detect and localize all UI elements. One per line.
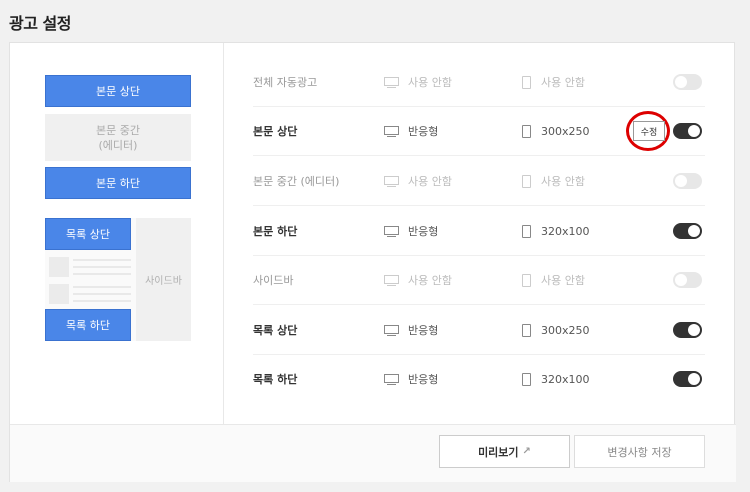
- phone-icon: [522, 58, 531, 106]
- ad-setting-label: 전체 자동광고: [253, 76, 318, 89]
- list-line: [73, 293, 131, 295]
- list-line: [73, 266, 131, 268]
- preview-sidebar: 사이드바: [136, 218, 191, 341]
- monitor-icon: [384, 207, 399, 255]
- ad-setting-row: 목록 상단 반응형 300x250: [253, 306, 705, 355]
- pc-ad-type: 반응형: [408, 324, 439, 337]
- mobile-ad-size: 사용 안함: [541, 274, 585, 287]
- preview-body-top: 본문 상단: [45, 75, 191, 107]
- monitor-icon: [384, 58, 399, 106]
- preview-list-top: 목록 상단: [45, 218, 131, 250]
- mobile-ad-size: 사용 안함: [541, 76, 585, 89]
- mobile-ad-size: 300x250: [541, 323, 590, 337]
- ad-setting-label: 목록 상단: [253, 324, 298, 337]
- external-link-icon: ↗: [522, 446, 531, 457]
- preview-body-mid: 본문 중간 (에디터): [45, 114, 191, 161]
- list-thumb: [49, 284, 69, 304]
- preview-button-label: 미리보기: [478, 445, 519, 459]
- monitor-icon: [384, 107, 399, 155]
- ad-setting-row: 본문 하단 반응형 320x100: [253, 207, 705, 256]
- ad-setting-label: 본문 중간 (에디터): [253, 175, 340, 188]
- list-line: [73, 273, 131, 275]
- list-thumb: [49, 257, 69, 277]
- monitor-icon: [384, 157, 399, 205]
- phone-icon: [522, 157, 531, 205]
- list-line: [73, 286, 131, 288]
- ad-toggle-switch[interactable]: [673, 173, 702, 189]
- phone-icon: [522, 256, 531, 304]
- ad-settings-panel: 본문 상단 본문 중간 (에디터) 본문 하단 사이드바 목록 상단 목록 하단…: [9, 42, 736, 482]
- ad-setting-row: 전체 자동광고 사용 안함 사용 안함: [253, 58, 705, 107]
- ad-setting-row: 목록 하단 반응형 320x100: [253, 355, 705, 404]
- preview-body-bottom: 본문 하단: [45, 167, 191, 199]
- monitor-icon: [384, 355, 399, 403]
- ad-setting-row: 본문 중간 (에디터) 사용 안함 사용 안함: [253, 157, 705, 206]
- ad-setting-label: 사이드바: [253, 274, 294, 287]
- ad-setting-row: 본문 상단 반응형 300x250 수정: [253, 107, 705, 156]
- phone-icon: [522, 306, 531, 354]
- pc-ad-type: 사용 안함: [408, 175, 452, 188]
- ad-toggle-switch[interactable]: [673, 322, 702, 338]
- pc-ad-type: 반응형: [408, 225, 439, 238]
- preview-button[interactable]: 미리보기 ↗: [439, 435, 570, 468]
- ad-toggle-switch[interactable]: [673, 74, 702, 90]
- list-line: [73, 259, 131, 261]
- pc-ad-type: 사용 안함: [408, 76, 452, 89]
- ad-toggle-switch[interactable]: [673, 123, 702, 139]
- ad-position-preview: 본문 상단 본문 중간 (에디터) 본문 하단 사이드바 목록 상단 목록 하단: [10, 43, 224, 424]
- phone-icon: [522, 207, 531, 255]
- pc-ad-type: 반응형: [408, 125, 439, 138]
- page-title: 광고 설정: [9, 14, 71, 33]
- preview-list-bottom: 목록 하단: [45, 309, 131, 341]
- edit-button[interactable]: 수정: [633, 121, 665, 141]
- monitor-icon: [384, 306, 399, 354]
- list-line: [73, 300, 131, 302]
- ad-setting-label: 본문 하단: [253, 225, 298, 238]
- mobile-ad-size: 사용 안함: [541, 175, 585, 188]
- ad-toggle-switch[interactable]: [673, 223, 702, 239]
- ad-setting-label: 본문 상단: [253, 125, 298, 138]
- pc-ad-type: 사용 안함: [408, 274, 452, 287]
- ad-toggle-switch[interactable]: [673, 371, 702, 387]
- footer-bar: 미리보기 ↗ 변경사항 저장: [10, 424, 736, 482]
- phone-icon: [522, 355, 531, 403]
- ad-settings-list: 전체 자동광고 사용 안함 사용 안함 본문 상단 반응형 300x250 수정 본문 중간 …: [225, 43, 736, 424]
- mobile-ad-size: 320x100: [541, 224, 590, 238]
- mobile-ad-size: 320x100: [541, 372, 590, 386]
- ad-setting-row: 사이드바 사용 안함 사용 안함: [253, 256, 705, 305]
- phone-icon: [522, 107, 531, 155]
- mobile-ad-size: 300x250: [541, 124, 590, 138]
- pc-ad-type: 반응형: [408, 373, 439, 386]
- save-changes-button[interactable]: 변경사항 저장: [574, 435, 705, 468]
- monitor-icon: [384, 256, 399, 304]
- ad-toggle-switch[interactable]: [673, 272, 702, 288]
- ad-setting-label: 목록 하단: [253, 373, 298, 386]
